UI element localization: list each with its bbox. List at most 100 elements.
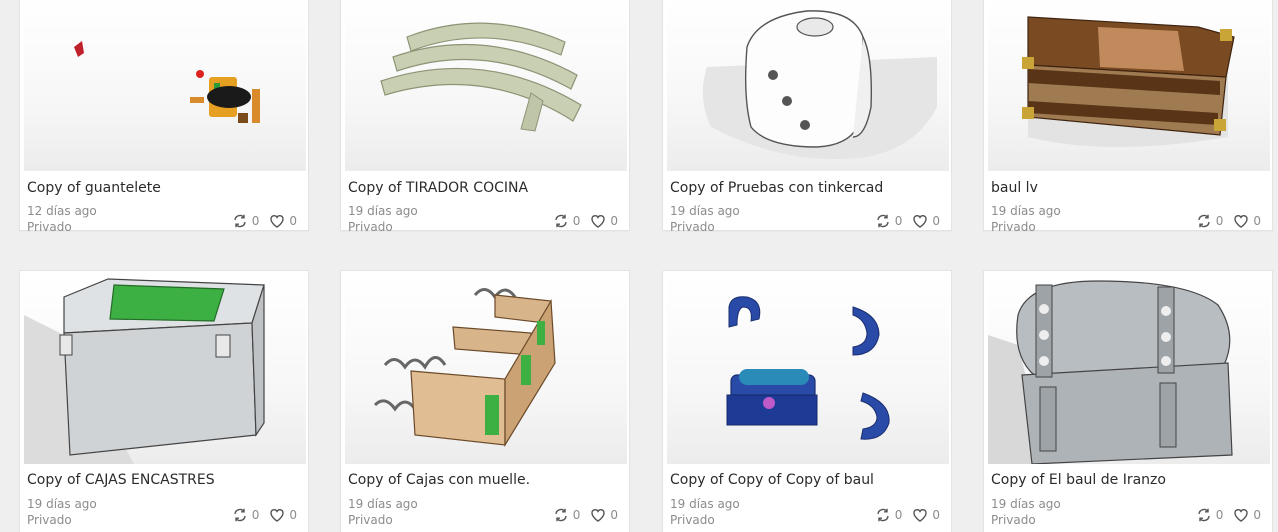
remix-count: 0 [572,508,581,522]
baul-iranzo-model-image [988,280,1233,464]
design-thumbnail[interactable] [988,275,1270,464]
design-title[interactable]: Copy of TIRADOR COCINA [348,180,528,196]
heart-icon [1234,215,1249,228]
design-card-6[interactable]: Copy of Cajas con muelle. 19 días ago Pr… [341,271,629,532]
design-date: 19 días ago [348,497,418,511]
design-title[interactable]: Copy of Pruebas con tinkercad [670,180,883,196]
design-date: 19 días ago [670,204,740,218]
remix-icon [1198,214,1210,228]
remix-stat[interactable]: 0 [875,507,902,523]
like-stat[interactable]: 0 [590,213,618,229]
cajas-encastres-model-image [24,278,265,464]
design-thumbnail[interactable] [988,0,1270,171]
design-privacy: Privado [991,513,1036,527]
like-count: 0 [289,508,297,522]
remix-stat[interactable]: 0 [1196,213,1224,229]
remix-count: 0 [251,214,260,228]
heart-icon [270,215,285,228]
design-stats: 0 0 [543,213,618,229]
design-privacy: Privado [670,513,715,527]
like-count: 0 [289,214,297,228]
like-count: 0 [610,508,618,522]
heart-icon [270,509,285,522]
remix-count: 0 [894,214,903,228]
design-card-4[interactable]: baul lv 19 días ago Privado 0 0 [984,0,1272,234]
like-stat[interactable]: 0 [269,213,297,229]
design-thumbnail[interactable] [667,0,949,171]
remix-icon [234,214,246,228]
baul-pieces-model-image [726,296,890,440]
design-stats: 0 0 [865,507,940,523]
design-stats: 0 0 [1186,213,1261,229]
design-title[interactable]: Copy of El baul de Iranzo [991,472,1166,488]
guantelete-model-image [74,41,260,123]
design-title[interactable]: Copy of Cajas con muelle. [348,472,530,488]
like-count: 0 [932,508,940,522]
design-title[interactable]: Copy of Copy of Copy of baul [670,472,874,488]
like-stat[interactable]: 0 [1233,507,1261,523]
design-thumbnail[interactable] [345,0,627,171]
design-stats: 0 0 [865,213,940,229]
remix-icon [555,214,567,228]
design-date: 12 días ago [27,204,97,218]
heart-icon [591,215,606,228]
design-thumbnail[interactable] [345,275,627,464]
design-privacy: Privado [348,513,393,527]
design-card-7[interactable]: Copy of Copy of Copy of baul 19 días ago… [663,271,951,532]
design-card-1[interactable]: Copy of guantelete 12 días ago Privado 0… [20,0,308,234]
remix-stat[interactable]: 0 [1196,507,1224,523]
design-stats: 0 0 [1186,507,1261,523]
design-privacy: Privado [348,220,393,234]
design-privacy: Privado [991,220,1036,234]
baul-model-image [1022,16,1235,147]
design-thumbnail[interactable] [667,275,949,464]
design-title[interactable]: baul lv [991,180,1038,196]
remix-stat[interactable]: 0 [232,213,260,229]
like-count: 0 [932,214,940,228]
design-date: 19 días ago [348,204,418,218]
remix-stat[interactable]: 0 [553,507,581,523]
remix-icon [1198,508,1210,522]
like-count: 0 [1253,508,1261,522]
remix-stat[interactable]: 0 [875,213,903,229]
like-stat[interactable]: 0 [912,507,940,523]
design-title[interactable]: Copy of guantelete [27,180,161,196]
design-date: 19 días ago [670,497,740,511]
remix-count: 0 [251,508,260,522]
remix-icon [877,508,889,522]
like-stat[interactable]: 0 [590,507,618,523]
design-stats: 0 0 [222,507,297,523]
tirador-model-image [380,22,582,132]
design-thumbnail[interactable] [24,275,306,464]
design-privacy: Privado [27,220,72,234]
like-stat[interactable]: 0 [912,213,940,229]
like-count: 0 [1253,214,1261,228]
dado-model-image [702,10,937,159]
remix-count: 0 [1215,508,1224,522]
remix-count: 0 [1215,214,1224,228]
like-stat[interactable]: 0 [269,507,297,523]
remix-icon [555,508,567,522]
heart-icon [1234,509,1249,522]
remix-count: 0 [572,214,581,228]
heart-icon [913,509,928,522]
design-privacy: Privado [670,220,715,234]
design-privacy: Privado [27,513,72,527]
heart-icon [591,509,606,522]
design-stats: 0 0 [543,507,618,523]
remix-icon [234,508,246,522]
design-card-5[interactable]: Copy of CAJAS ENCASTRES 19 días ago Priv… [20,271,308,532]
design-card-8[interactable]: Copy of El baul de Iranzo 19 días ago Pr… [984,271,1272,532]
remix-stat[interactable]: 0 [232,507,260,523]
design-date: 19 días ago [991,497,1061,511]
remix-stat[interactable]: 0 [553,213,581,229]
design-date: 19 días ago [991,204,1061,218]
heart-icon [913,215,928,228]
design-card-3[interactable]: Copy of Pruebas con tinkercad 19 días ag… [663,0,951,234]
design-title[interactable]: Copy of CAJAS ENCASTRES [27,472,215,488]
remix-icon [877,214,889,228]
design-date: 19 días ago [27,497,97,511]
design-card-2[interactable]: Copy of TIRADOR COCINA 19 días ago Priva… [341,0,629,234]
like-stat[interactable]: 0 [1233,213,1261,229]
design-thumbnail[interactable] [24,0,306,171]
